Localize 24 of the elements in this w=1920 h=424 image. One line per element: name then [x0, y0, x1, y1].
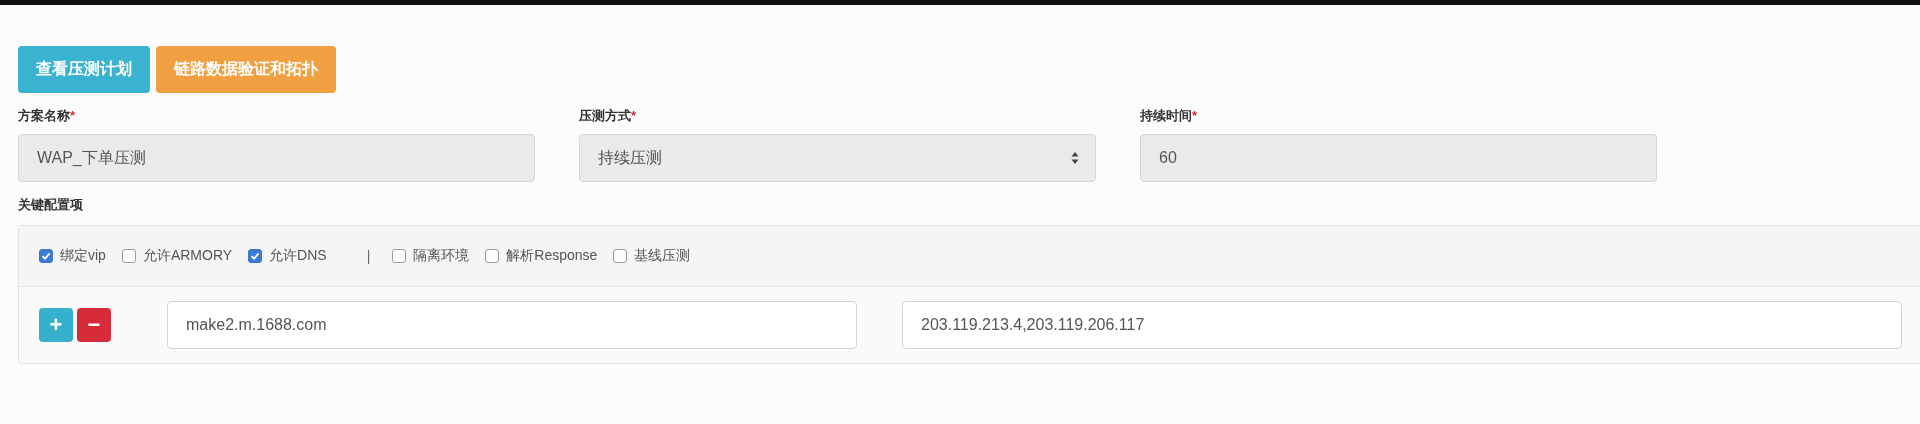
checkbox[interactable]	[613, 249, 628, 263]
checkbox-label: 隔离环境	[413, 247, 470, 265]
ip-field[interactable]: 203.119.213.4,203.119.206.117	[902, 301, 1902, 349]
checkbox-label: 允许ARMORY	[142, 247, 233, 265]
checkbox[interactable]	[485, 249, 500, 263]
host-field[interactable]: make2.m.1688.com	[167, 301, 857, 349]
remove-button[interactable]: −	[77, 308, 111, 342]
checkbox[interactable]	[392, 249, 407, 263]
section-title: 关键配置项	[18, 196, 84, 214]
input-field[interactable]: WAP_下单压测	[18, 134, 535, 182]
checkbox[interactable]	[248, 249, 263, 263]
separator: |	[366, 248, 371, 264]
field-label: 压测方式*	[579, 107, 638, 125]
select-field[interactable]: 持续压测	[579, 134, 1096, 182]
input-field[interactable]: 60	[1140, 134, 1657, 182]
checkbox-label: 基线压测	[634, 247, 691, 265]
checkbox[interactable]	[39, 249, 53, 263]
sort-icon	[1071, 151, 1079, 165]
field-label: 方案名称*	[18, 107, 77, 125]
checkbox[interactable]	[121, 249, 136, 263]
field-label: 持续时间*	[1140, 107, 1199, 125]
checkbox-label: 解析Response	[506, 247, 598, 265]
checkbox-label: 允许DNS	[269, 247, 327, 265]
checkbox-label: 绑定vip	[60, 247, 106, 265]
